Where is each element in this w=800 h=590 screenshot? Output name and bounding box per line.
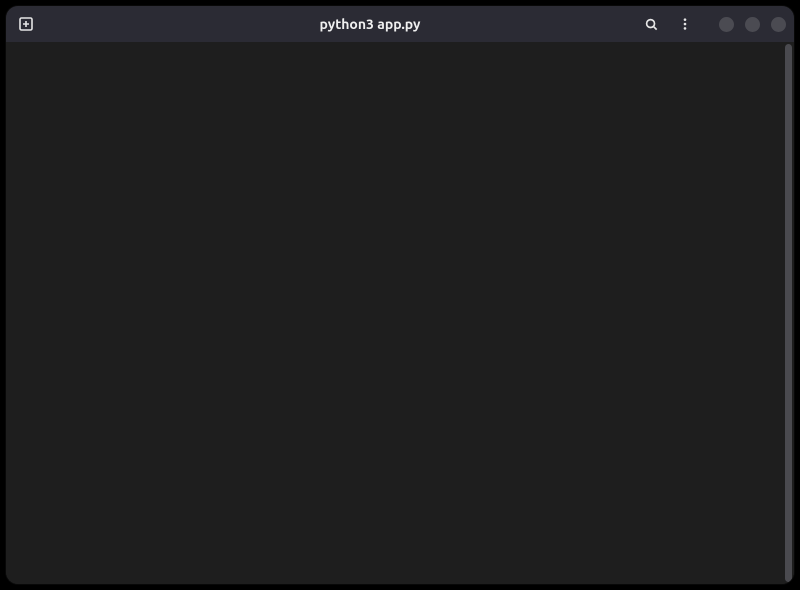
maximize-button[interactable]	[745, 17, 760, 32]
menu-button[interactable]	[673, 12, 697, 36]
search-button[interactable]	[639, 12, 663, 36]
window-title: python3 app.py	[154, 16, 586, 32]
titlebar-left	[14, 12, 154, 36]
minimize-button[interactable]	[719, 17, 734, 32]
kebab-menu-icon	[678, 17, 692, 31]
terminal-window: python3 app.py	[6, 6, 794, 584]
titlebar: python3 app.py	[6, 6, 794, 42]
new-tab-icon	[18, 16, 34, 32]
new-tab-button[interactable]	[14, 12, 38, 36]
scrollbar-track[interactable]	[783, 42, 794, 584]
terminal-output[interactable]	[6, 42, 783, 584]
scrollbar-thumb[interactable]	[785, 44, 792, 582]
window-controls	[713, 17, 786, 32]
titlebar-right	[586, 12, 786, 36]
close-button[interactable]	[771, 17, 786, 32]
terminal-body	[6, 42, 794, 584]
search-icon	[644, 17, 659, 32]
